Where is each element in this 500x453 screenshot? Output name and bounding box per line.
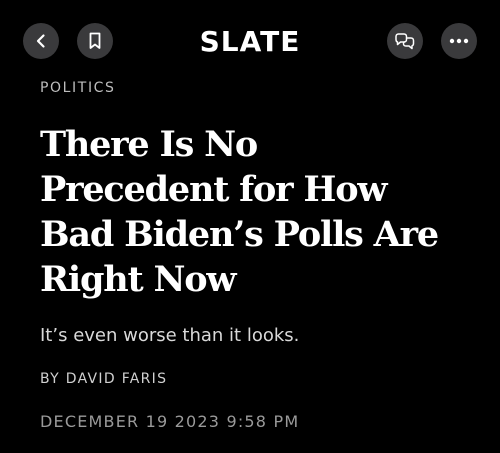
headline-line: There Is No	[40, 124, 258, 165]
section-label[interactable]: POLITICS	[40, 80, 116, 96]
more-dots-icon	[449, 38, 469, 44]
more-options-button[interactable]	[441, 23, 477, 59]
headline-line: Precedent for How	[40, 169, 388, 210]
share-icon	[395, 33, 415, 50]
share-button[interactable]	[387, 23, 423, 59]
bookmark-icon	[89, 32, 101, 49]
article-dek: It’s even worse than it looks.	[40, 325, 300, 346]
article-headline: There Is No Precedent for How Bad Biden’…	[40, 122, 480, 302]
publish-date: DECEMBER 19 2023 9:58 PM	[40, 412, 300, 431]
back-button[interactable]	[23, 23, 59, 59]
author-byline[interactable]: BY DAVID FARIS	[40, 371, 167, 387]
chevron-left-icon	[36, 34, 45, 48]
headline-line: Bad Biden’s Polls Are	[40, 214, 439, 255]
bookmark-button[interactable]	[77, 23, 113, 59]
headline-line: Right Now	[40, 259, 237, 300]
slate-logo[interactable]: SLATE	[180, 22, 320, 62]
top-navigation-bar: SLATE	[0, 0, 500, 80]
